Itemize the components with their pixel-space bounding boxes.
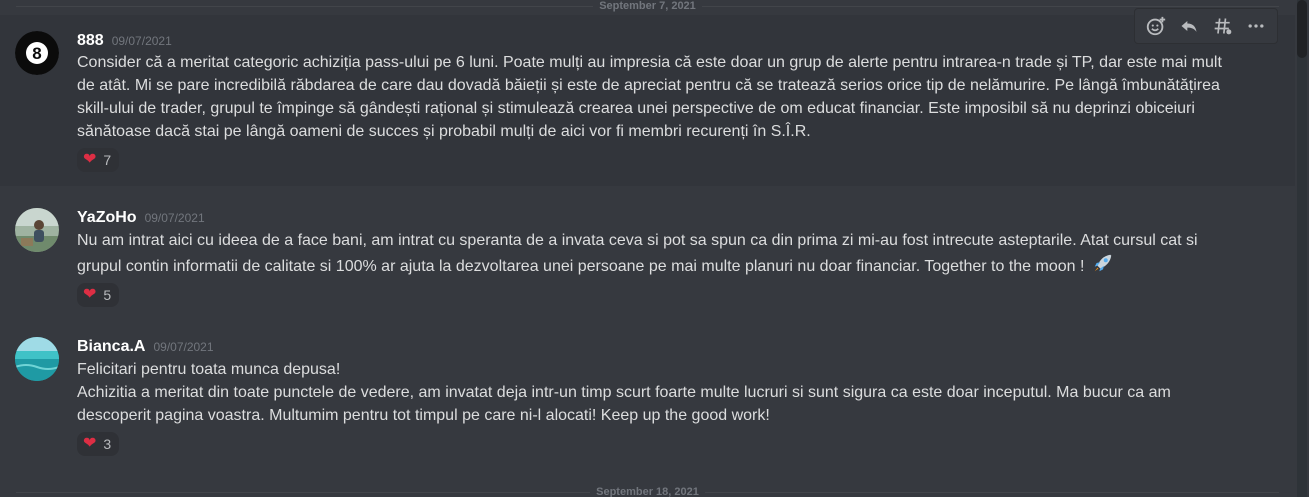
photo-avatar-icon — [15, 208, 59, 252]
message-text: Achizitia a meritat din toate punctele d… — [77, 384, 1171, 424]
message-toolbar — [1134, 8, 1278, 44]
message-content: Consider că a meritat categoric achiziți… — [77, 51, 1295, 143]
username[interactable]: YaZoHo — [77, 209, 137, 227]
heart-icon: ❤ — [83, 435, 97, 452]
message-content: Nu am intrat aici cu ideea de a face ban… — [77, 229, 1295, 278]
rocket-icon — [1094, 254, 1112, 272]
reaction-button[interactable]: ❤ 7 — [77, 148, 120, 172]
more-icon[interactable] — [1242, 12, 1270, 40]
avatar[interactable] — [15, 208, 59, 252]
message-text: Nu am intrat aici cu ideea de a face ban… — [77, 232, 1198, 275]
timestamp: 09/07/2021 — [153, 340, 214, 354]
timestamp: 09/07/2021 — [144, 211, 205, 225]
reaction-count: 7 — [103, 152, 112, 168]
scrollbar-track[interactable] — [1297, 0, 1307, 497]
reaction-button[interactable]: ❤ 5 — [77, 283, 120, 307]
date-divider: September 7, 2021 — [16, 0, 1279, 13]
username[interactable]: Bianca.A — [77, 338, 145, 356]
reply-icon[interactable] — [1175, 12, 1203, 40]
message-content: Felicitari pentru toata munca depusa! Ac… — [77, 358, 1295, 427]
message-text: Consider că a meritat categoric achiziți… — [77, 54, 1222, 140]
message-text: Felicitari pentru toata munca depusa! — [77, 361, 341, 378]
avatar[interactable]: 8 — [15, 31, 59, 75]
message-item[interactable]: 8 888 09/07/2021 Consider că a meritat c… — [0, 15, 1295, 186]
heart-icon: ❤ — [83, 151, 97, 168]
message-item[interactable]: YaZoHo 09/07/2021 Nu am intrat aici cu i… — [0, 203, 1295, 313]
reaction-count: 3 — [103, 436, 112, 452]
username[interactable]: 888 — [77, 32, 104, 50]
timestamp: 09/07/2021 — [111, 34, 172, 48]
add-reaction-icon[interactable] — [1142, 12, 1170, 40]
sea-photo-avatar-icon — [15, 337, 59, 381]
create-thread-icon[interactable] — [1209, 12, 1237, 40]
date-divider: September 18, 2021 — [16, 485, 1279, 497]
heart-icon: ❤ — [83, 286, 97, 303]
reaction-button[interactable]: ❤ 3 — [77, 432, 120, 456]
scrollbar-thumb[interactable] — [1297, 0, 1307, 58]
eight-ball-icon: 8 — [15, 31, 59, 75]
reaction-count: 5 — [103, 287, 112, 303]
message-item[interactable]: Bianca.A 09/07/2021 Felicitari pentru to… — [0, 332, 1295, 468]
date-divider-label: September 18, 2021 — [590, 486, 705, 497]
date-divider-label: September 7, 2021 — [593, 0, 702, 12]
avatar[interactable] — [15, 337, 59, 381]
svg-text:8: 8 — [32, 44, 41, 63]
